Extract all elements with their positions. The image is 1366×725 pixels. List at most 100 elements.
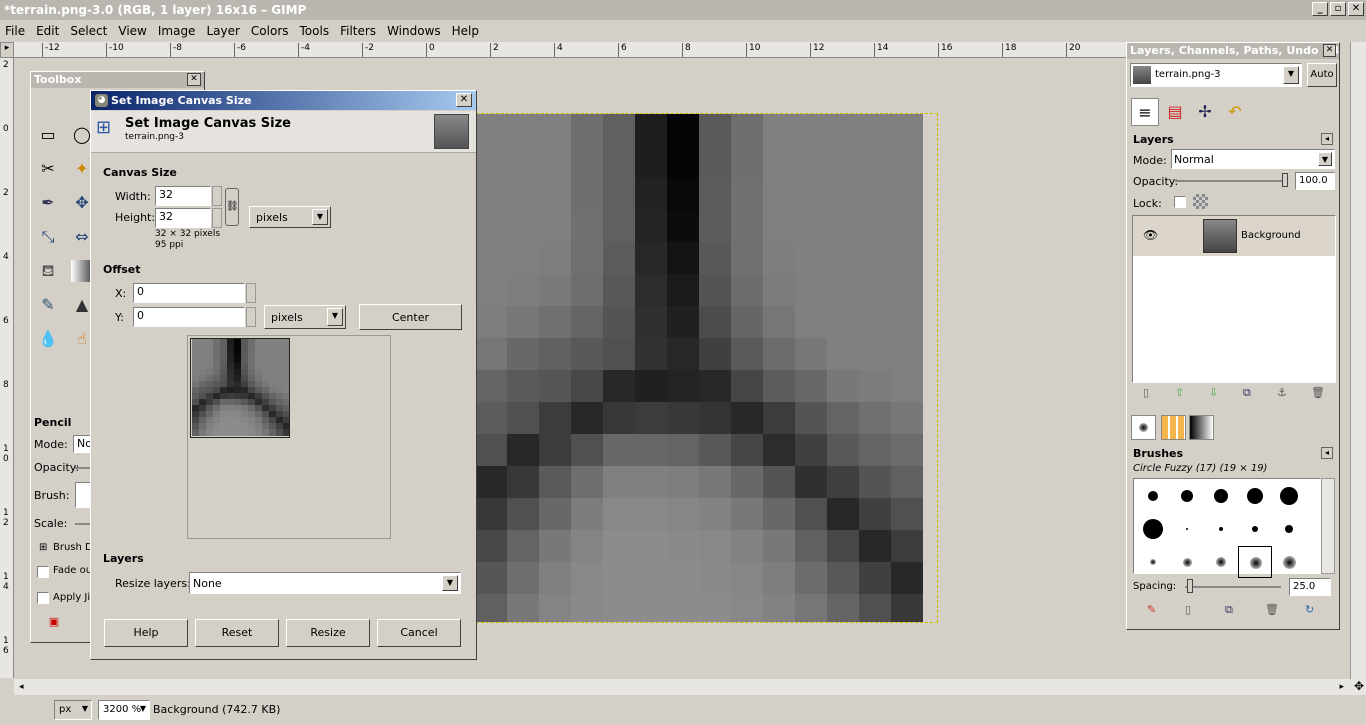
y-offset-input[interactable]: 0 <box>133 307 245 327</box>
layer-mode-select[interactable]: Normal ▼ <box>1171 149 1335 169</box>
menu-file[interactable]: File <box>0 21 31 38</box>
menu-select[interactable]: Select <box>65 21 113 38</box>
save-options-icon[interactable]: ▣ <box>47 615 61 629</box>
brush-cell[interactable] <box>1136 546 1170 578</box>
brushes-grid[interactable] <box>1133 478 1321 578</box>
dialog-close-button[interactable]: ✕ <box>456 93 472 107</box>
height-input[interactable]: 32 <box>155 208 211 228</box>
new-layer-icon[interactable]: ▯ <box>1143 386 1157 400</box>
y-offset-spinner[interactable] <box>246 307 256 327</box>
channels-tab-icon[interactable]: ▤ <box>1161 98 1189 126</box>
resize-layers-select[interactable]: None ▼ <box>189 572 461 594</box>
scroll-right-icon[interactable]: ▸ <box>1339 682 1344 692</box>
brush-cell[interactable] <box>1170 480 1204 512</box>
brush-cell[interactable] <box>1204 480 1238 512</box>
brush-cell[interactable] <box>1238 546 1272 578</box>
chain-link-icon[interactable]: ⛓ <box>225 188 239 226</box>
brush-cell[interactable] <box>1238 480 1272 512</box>
raise-layer-icon[interactable]: ⇧ <box>1175 386 1189 400</box>
brush-cell[interactable] <box>1272 513 1306 545</box>
brushes-menu-icon[interactable]: ◂ <box>1321 447 1333 459</box>
menu-help[interactable]: Help <box>447 21 485 38</box>
spacing-input[interactable]: 25.0 <box>1289 578 1331 596</box>
slider-handle[interactable] <box>1282 173 1288 187</box>
brush-cell[interactable] <box>1204 513 1238 545</box>
image-canvas[interactable] <box>426 113 938 623</box>
brush-cell[interactable] <box>1272 480 1306 512</box>
delete-brush-icon[interactable]: 🗑 <box>1265 603 1279 616</box>
brush-cell[interactable] <box>1136 513 1170 545</box>
menu-windows[interactable]: Windows <box>382 21 447 38</box>
resize-button[interactable]: Resize <box>286 619 370 647</box>
patterns-tab-icon[interactable] <box>1161 415 1186 440</box>
width-input[interactable]: 32 <box>155 186 211 206</box>
menu-tools[interactable]: Tools <box>295 21 336 38</box>
paths-tab-icon[interactable]: ✢ <box>1191 98 1219 126</box>
apply-jitter-checkbox[interactable] <box>37 592 49 604</box>
spacing-slider[interactable] <box>1185 586 1281 588</box>
brushes-scrollbar[interactable] <box>1321 478 1335 574</box>
eye-icon[interactable]: 👁 <box>1143 228 1158 242</box>
menu-image[interactable]: Image <box>153 21 202 38</box>
unit-select[interactable]: px ▼ <box>54 700 92 720</box>
offset-unit-select[interactable]: pixels ▼ <box>264 305 346 329</box>
vertical-scrollbar[interactable] <box>1350 42 1366 679</box>
brush-cell[interactable] <box>1170 513 1204 545</box>
undo-tab-icon[interactable]: ↶ <box>1221 98 1249 126</box>
brush-cell[interactable] <box>1204 546 1238 578</box>
unit-select[interactable]: pixels ▼ <box>249 206 331 228</box>
brush-cell[interactable] <box>1272 546 1306 578</box>
toolbox-close-button[interactable]: ✕ <box>187 73 201 86</box>
duplicate-brush-icon[interactable]: ⧉ <box>1225 603 1233 617</box>
menu-edit[interactable]: Edit <box>31 21 65 38</box>
rect-select-icon[interactable]: ▭ <box>37 124 59 146</box>
offset-preview-image[interactable] <box>190 338 290 438</box>
center-button[interactable]: Center <box>359 304 462 330</box>
brush-cell[interactable] <box>1136 480 1170 512</box>
lock-alpha-icon[interactable] <box>1193 194 1208 209</box>
cancel-button[interactable]: Cancel <box>377 619 461 647</box>
new-brush-icon[interactable]: ▯ <box>1185 603 1191 616</box>
navigate-icon[interactable]: ✥ <box>1354 679 1364 693</box>
layer-opacity-slider[interactable] <box>1175 180 1287 182</box>
gradients-tab-icon[interactable] <box>1189 415 1214 440</box>
color-picker-icon[interactable]: ✎ <box>37 294 59 316</box>
ruler-corner-arrow-icon[interactable]: ▸ <box>0 42 14 58</box>
scroll-left-icon[interactable]: ◂ <box>19 682 24 692</box>
close-button[interactable]: ✕ <box>1348 2 1364 16</box>
reset-button[interactable]: Reset <box>195 619 279 647</box>
brush-cell[interactable] <box>1238 513 1272 545</box>
menu-colors[interactable]: Colors <box>246 21 295 38</box>
menu-layer[interactable]: Layer <box>201 21 245 38</box>
height-spinner[interactable] <box>212 208 222 228</box>
offset-preview-area[interactable] <box>187 335 391 539</box>
x-offset-input[interactable]: 0 <box>133 283 245 303</box>
width-spinner[interactable] <box>212 186 222 206</box>
bucket-fill-icon[interactable]: ⛾ <box>37 260 59 282</box>
zoom-select[interactable]: 3200 % ▼ <box>98 700 150 720</box>
minimize-button[interactable]: _ <box>1312 2 1328 16</box>
x-offset-spinner[interactable] <box>246 283 256 303</box>
delete-layer-icon[interactable]: 🗑 <box>1311 386 1325 400</box>
dock-close-button[interactable]: ✕ <box>1323 44 1336 57</box>
refresh-brushes-icon[interactable]: ↻ <box>1305 603 1314 616</box>
horizontal-scrollbar[interactable]: ◂ ▸ ✥ <box>14 679 1366 695</box>
help-button[interactable]: Help <box>104 619 188 647</box>
anchor-layer-icon[interactable]: ⚓ <box>1277 386 1291 400</box>
layers-list[interactable]: 👁 Background <box>1132 215 1336 383</box>
fade-out-checkbox[interactable] <box>37 566 49 578</box>
layer-opacity-input[interactable]: 100.0 <box>1295 172 1335 190</box>
paths-icon[interactable]: ✒ <box>37 192 59 214</box>
layers-tab-icon[interactable]: ≡ <box>1131 98 1159 126</box>
maximize-button[interactable]: ▫ <box>1330 2 1346 16</box>
edit-brush-icon[interactable]: ✎ <box>1147 603 1156 616</box>
expand-icon[interactable]: ⊞ <box>39 542 47 553</box>
brushes-tab-icon[interactable] <box>1131 415 1156 440</box>
tab-menu-icon[interactable]: ◂ <box>1321 133 1333 145</box>
brush-cell[interactable] <box>1170 546 1204 578</box>
layer-row-background[interactable]: 👁 Background <box>1133 216 1335 256</box>
menu-filters[interactable]: Filters <box>335 21 382 38</box>
auto-button[interactable]: Auto <box>1307 63 1337 87</box>
image-select[interactable]: terrain.png-3 ▼ <box>1130 63 1302 87</box>
menu-view[interactable]: View <box>113 21 152 38</box>
